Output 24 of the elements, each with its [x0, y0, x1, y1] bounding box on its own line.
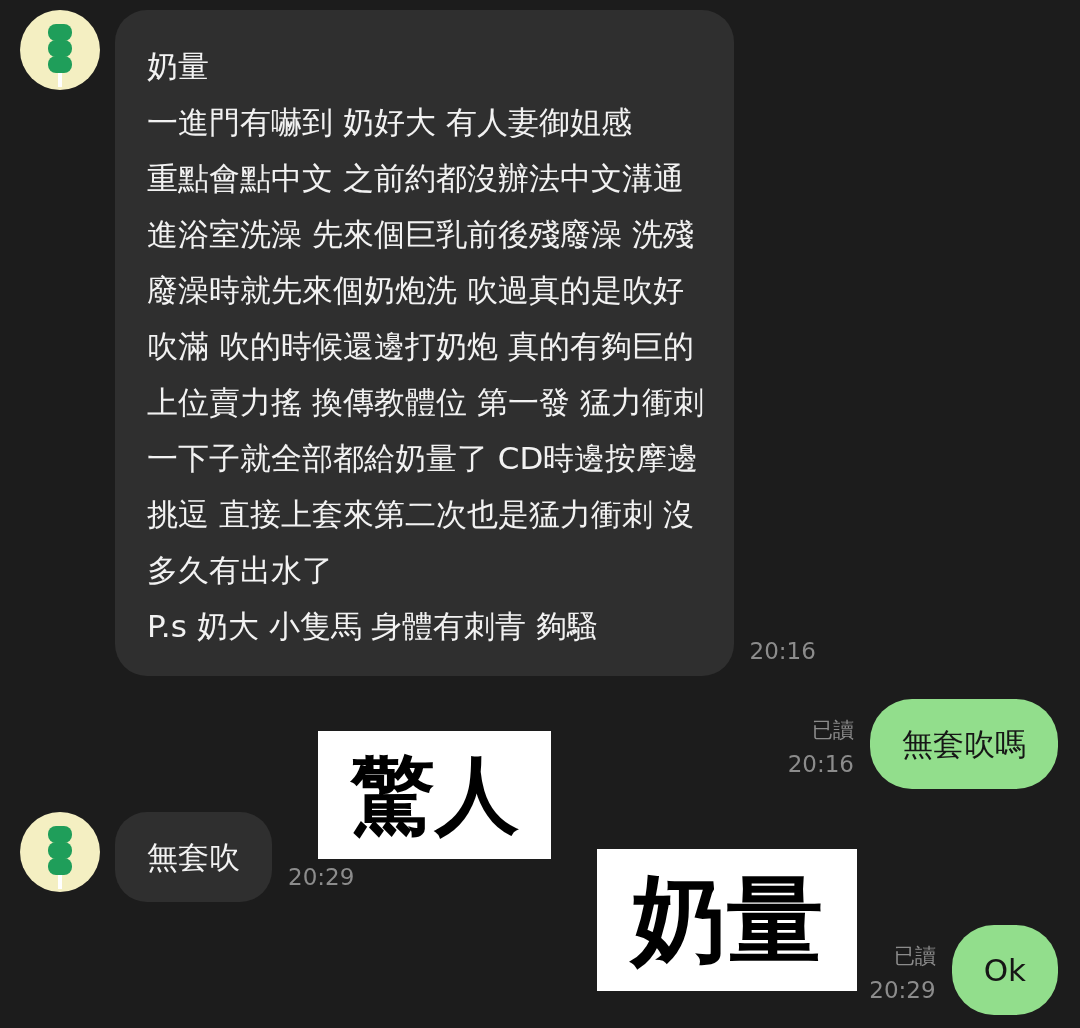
message-text: 挑逗 直接上套來第二次也是猛力衝刺 沒: [147, 495, 695, 534]
message-text: 奶量: [147, 47, 210, 86]
avatar-icon[interactable]: [20, 812, 100, 892]
avatar-icon[interactable]: [20, 10, 100, 90]
message-text: 上位賣力搖 換傳教體位 第一發 猛力衝刺: [147, 383, 704, 422]
read-receipt: 已讀: [812, 717, 854, 744]
read-receipt: 已讀: [893, 943, 936, 970]
message-text: 廢澡時就先來個奶炮洗 吹過真的是吹好: [147, 271, 685, 310]
message-time: 20:16: [749, 636, 816, 666]
message-time: 20:16: [787, 749, 854, 779]
message-text: 重點會點中文 之前約都沒辦法中文溝通: [147, 159, 685, 198]
sticker: 奶量: [597, 849, 857, 991]
message-time: 20:29: [869, 975, 936, 1005]
message-text: 無套吹: [147, 838, 240, 877]
message-text: P.s 奶大 小隻馬 身體有刺青 夠騷: [147, 607, 600, 646]
message-time: 20:29: [288, 862, 355, 892]
message-text: 多久有出水了: [147, 551, 334, 590]
message-bubble: Ok: [951, 925, 1058, 1015]
message-text: 進浴室洗澡 先來個巨乳前後殘廢澡 洗殘: [147, 215, 695, 254]
message-bubble: 無套吹嗎: [870, 699, 1058, 789]
message-text: 吹滿 吹的時候還邊打奶炮 真的有夠巨的: [147, 327, 695, 366]
sticker: 驚人: [318, 731, 551, 859]
message-text: 一下子就全部都給奶量了 CD時邊按摩邊: [147, 439, 700, 478]
message-text: 一進門有嚇到 奶好大 有人妻御姐感: [147, 103, 633, 142]
